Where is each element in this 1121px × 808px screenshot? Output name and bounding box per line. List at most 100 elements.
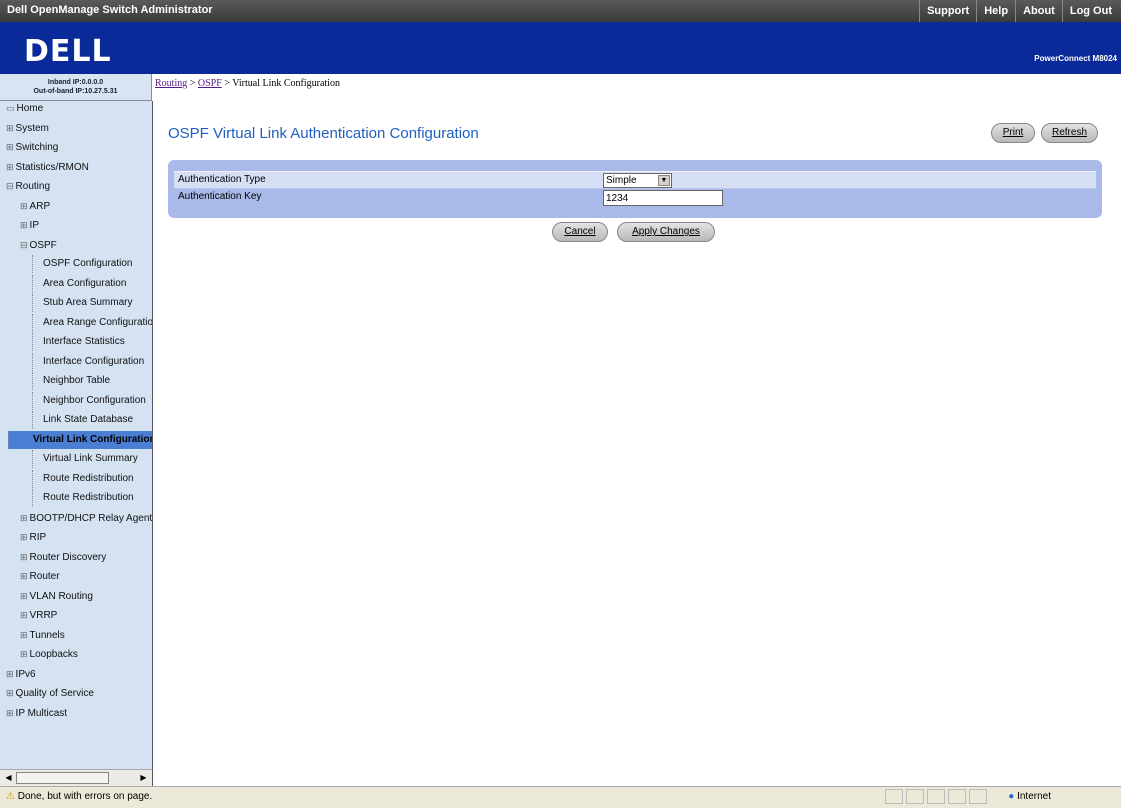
- sidebar-item-label: Statistics/RMON: [15, 161, 89, 173]
- expand-icon[interactable]: ⊞: [6, 688, 14, 698]
- zone-label: Internet: [1017, 791, 1051, 802]
- sidebar-scrollbar[interactable]: ◀ ▶: [0, 769, 153, 787]
- sidebar-item-label: OSPF: [29, 239, 57, 251]
- status-cell: [948, 789, 966, 804]
- auth-key-label: Authentication Key: [178, 191, 262, 202]
- auth-type-select[interactable]: Simple ▼: [603, 173, 672, 188]
- sidebar-item[interactable]: ⊞ Tunnels: [20, 626, 65, 644]
- nav-tree: ▭ Home ⊞ System ⊞ Switching ⊞ Statistics/RMON ⊟ R…: [0, 101, 153, 769]
- sidebar-item[interactable]: Route Redistribution: [32, 469, 134, 488]
- sidebar-item-label: IPv6: [15, 668, 36, 680]
- help-link[interactable]: Help: [976, 0, 1015, 22]
- warning-icon: ⚠: [6, 791, 15, 802]
- expand-icon[interactable]: ⊞: [20, 610, 28, 620]
- sidebar-item[interactable]: ⊞ Quality of Service: [6, 684, 94, 702]
- sidebar-item[interactable]: Virtual Link Configuration: [8, 430, 152, 449]
- sidebar-item[interactable]: ⊞ IPv6: [6, 665, 36, 683]
- refresh-button[interactable]: Refresh: [1041, 123, 1098, 143]
- sidebar-item-label: Quality of Service: [15, 688, 94, 699]
- sidebar-item-label: RIP: [29, 532, 47, 543]
- expand-icon[interactable]: ⊞: [20, 649, 28, 659]
- sidebar-item[interactable]: Area Range Configuration: [32, 313, 153, 332]
- sidebar-item-label: Loopbacks: [29, 649, 78, 660]
- sidebar-item-label: ARP: [29, 200, 51, 212]
- sidebar-item-label: Routing: [15, 181, 51, 192]
- sidebar-item-label: Neighbor Table: [43, 375, 111, 386]
- sidebar-item[interactable]: ⊞ Statistics/RMON: [6, 158, 89, 176]
- sidebar-item[interactable]: ⊟ OSPF: [20, 236, 57, 254]
- status-cell: [969, 789, 987, 804]
- expand-icon[interactable]: ⊞: [6, 669, 14, 679]
- sidebar-item[interactable]: ⊞ System: [6, 119, 49, 137]
- brand-bar: DELL PowerConnect M8024: [0, 22, 1121, 74]
- sidebar-item[interactable]: ⊞ BOOTP/DHCP Relay Agent: [20, 509, 152, 527]
- breadcrumb-ospf[interactable]: OSPF: [198, 78, 222, 89]
- support-link[interactable]: Support: [919, 0, 976, 22]
- sidebar-item[interactable]: Interface Configuration: [32, 352, 144, 371]
- sidebar-item[interactable]: Virtual Link Summary: [32, 450, 138, 468]
- sidebar-item[interactable]: Route Redistribution: [32, 489, 134, 507]
- sidebar-item[interactable]: ⊞ ARP: [20, 197, 50, 215]
- sidebar-item-label: Route Redistribution: [43, 472, 134, 484]
- sidebar-item-label: Area Range Configuration: [43, 316, 153, 328]
- apply-changes-button[interactable]: Apply Changes: [617, 222, 715, 242]
- sidebar-item[interactable]: Neighbor Table: [32, 372, 110, 390]
- sidebar-item[interactable]: Interface Statistics: [32, 333, 125, 351]
- status-text: Done, but with errors on page.: [17, 791, 153, 802]
- logout-link[interactable]: Log Out: [1061, 0, 1119, 22]
- expand-icon[interactable]: ⊞: [20, 571, 28, 581]
- expand-icon[interactable]: ⊞: [20, 220, 28, 230]
- home-icon[interactable]: ▭: [6, 103, 15, 113]
- scroll-thumb[interactable]: [16, 772, 109, 784]
- sidebar-item[interactable]: ⊞ Router Discovery: [20, 548, 106, 566]
- sidebar-item[interactable]: Stub Area Summary: [32, 294, 132, 312]
- status-cell: [906, 789, 924, 804]
- expand-icon[interactable]: ⊞: [6, 123, 14, 133]
- expand-icon[interactable]: ⊞: [6, 708, 14, 718]
- scroll-right-icon[interactable]: ▶: [137, 772, 150, 784]
- status-bar: ⚠ Done, but with errors on page. ● Inter…: [0, 786, 1121, 808]
- sidebar-item[interactable]: ⊞ Switching: [6, 138, 58, 156]
- sidebar-item[interactable]: ⊞ VRRP: [20, 606, 57, 624]
- collapse-icon[interactable]: ⊟: [20, 240, 28, 250]
- sidebar-item[interactable]: ⊞ VLAN Routing: [20, 587, 93, 605]
- expand-icon[interactable]: ⊞: [20, 591, 28, 601]
- sidebar-item[interactable]: OSPF Configuration: [32, 255, 133, 273]
- about-link[interactable]: About: [1015, 0, 1062, 22]
- sidebar-item[interactable]: Area Configuration: [32, 274, 126, 293]
- sidebar-item[interactable]: ⊞ RIP: [20, 528, 46, 546]
- cancel-button[interactable]: Cancel: [552, 222, 608, 242]
- breadcrumb-routing[interactable]: Routing: [155, 78, 187, 89]
- sidebar-item-label: Stub Area Summary: [43, 297, 133, 308]
- sidebar-item-label: Router: [29, 571, 60, 582]
- auth-key-input[interactable]: [603, 190, 723, 206]
- sidebar-item-label: Interface Statistics: [43, 336, 125, 347]
- expand-icon[interactable]: ⊞: [6, 142, 14, 152]
- page-title: OSPF Virtual Link Authentication Configu…: [168, 125, 479, 142]
- expand-icon[interactable]: ⊞: [20, 552, 28, 562]
- sidebar-item[interactable]: ⊟ Routing: [6, 177, 50, 195]
- print-button[interactable]: Print: [991, 123, 1035, 143]
- sidebar-item[interactable]: ▭ Home: [6, 101, 43, 117]
- expand-icon[interactable]: ⊞: [20, 532, 28, 542]
- breadcrumb-sep: >: [187, 78, 198, 89]
- expand-icon[interactable]: ⊞: [20, 201, 28, 211]
- sidebar-item[interactable]: Link State Database: [32, 411, 133, 429]
- globe-icon: ●: [1008, 791, 1015, 802]
- sidebar-item-label: OSPF Configuration: [43, 258, 133, 269]
- sidebar-item[interactable]: ⊞ IP Multicast: [6, 704, 67, 722]
- expand-icon[interactable]: ⊞: [20, 630, 28, 640]
- status-message: ⚠ Done, but with errors on page.: [6, 791, 152, 802]
- sidebar-item[interactable]: ⊞ Loopbacks: [20, 645, 78, 663]
- collapse-icon[interactable]: ⊟: [6, 181, 14, 191]
- dell-logo: DELL: [24, 34, 112, 69]
- dropdown-arrow-icon[interactable]: ▼: [658, 175, 670, 186]
- expand-icon[interactable]: ⊞: [6, 162, 14, 172]
- expand-icon[interactable]: ⊞: [20, 513, 28, 523]
- title-bar: Dell OpenManage Switch Administrator Sup…: [0, 0, 1121, 22]
- sidebar-item[interactable]: ⊞ Router: [20, 567, 60, 585]
- auth-form-panel: Authentication Type Simple ▼ Authenticat…: [168, 160, 1102, 218]
- scroll-left-icon[interactable]: ◀: [2, 772, 15, 784]
- sidebar-item[interactable]: Neighbor Configuration: [32, 391, 146, 410]
- sidebar-item[interactable]: ⊞ IP: [20, 216, 39, 234]
